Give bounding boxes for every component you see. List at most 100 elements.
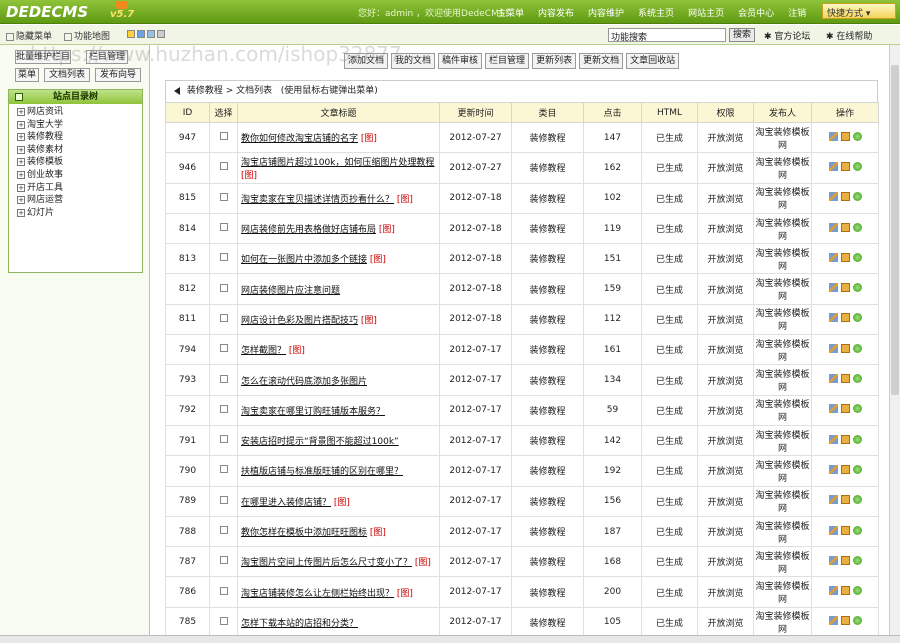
edit-doc-icon[interactable] (840, 495, 850, 505)
doc-title-link[interactable]: 淘宝店铺图片超过100k，如何压缩图片处理教程 (241, 158, 434, 168)
table-row[interactable]: 787 淘宝图片空间上传图片后怎么尺寸变小了？ [图] 2012-07-17 装修教程… (165, 546, 879, 578)
category-cell[interactable]: 装修教程 (511, 243, 584, 275)
category-cell[interactable]: 装修教程 (511, 121, 584, 154)
table-row[interactable]: 812 网店装修图片应注意问题 2012-07-18 装修教程 159 已生成 开放浏览淘… (165, 273, 879, 305)
tree-item[interactable]: + 淘宝大学 (17, 119, 142, 132)
tree-item[interactable]: + 网店运营 (17, 194, 142, 207)
table-row[interactable]: 947 教你如何修改淘宝店铺的名字 [图] 2012-07-27 装修教程 147 已生成… (165, 121, 879, 154)
row-checkbox[interactable] (219, 556, 228, 565)
tree-item[interactable]: + 装修素材 (17, 144, 142, 157)
tree-item[interactable]: + 装修教程 (17, 131, 142, 144)
edit-doc-icon[interactable] (840, 192, 850, 202)
category-cell[interactable]: 装修教程 (511, 606, 584, 639)
category-cell[interactable]: 装修教程 (511, 364, 584, 396)
table-row[interactable]: 785 怎样下载本站的店招和分类？ 2012-07-17 装修教程 105 已生成 开放浏… (165, 606, 879, 639)
category-cell[interactable]: 装修教程 (511, 576, 584, 608)
quick-menu-button[interactable]: 快捷方式 ▾ (822, 3, 896, 19)
edit-doc-icon[interactable] (840, 464, 850, 474)
nav-site-home[interactable]: 网站主页 (681, 6, 731, 19)
preview-icon[interactable] (852, 343, 862, 353)
expand-icon[interactable]: + (17, 208, 25, 217)
table-row[interactable]: 790 扶植版店铺与标准版旺铺的区别在哪里？ 2012-07-17 装修教程 192 已… (165, 455, 879, 487)
vertical-scrollbar[interactable] (889, 45, 900, 635)
preview-icon[interactable] (852, 222, 862, 232)
row-checkbox[interactable] (219, 253, 228, 262)
category-manage-top-button[interactable]: 栏目管理 (485, 53, 530, 69)
row-checkbox[interactable] (219, 283, 228, 292)
doc-title-link[interactable]: 网店装修图片应注意问题 (241, 286, 340, 296)
edit-attr-icon[interactable] (828, 343, 838, 353)
edit-doc-icon[interactable] (840, 313, 850, 323)
update-list-button[interactable]: 更新列表 (532, 53, 577, 69)
edit-doc-icon[interactable] (840, 434, 850, 444)
table-row[interactable]: 786 淘宝店铺装修怎么让左侧栏始终出现？ [图] 2012-07-17 装修教程 20… (165, 576, 879, 608)
doc-title-link[interactable]: 怎样截图？ (241, 346, 286, 356)
expand-icon[interactable]: + (17, 133, 25, 142)
expand-icon[interactable]: + (17, 158, 25, 167)
edit-attr-icon[interactable] (828, 161, 838, 171)
edit-doc-icon[interactable] (840, 343, 850, 353)
edit-doc-icon[interactable] (840, 222, 850, 232)
skin-blue-icon[interactable] (137, 29, 145, 38)
skin-gray-icon[interactable] (157, 29, 165, 38)
preview-icon[interactable] (852, 434, 862, 444)
preview-icon[interactable] (852, 131, 862, 141)
skin-switcher[interactable] (127, 29, 167, 39)
row-checkbox[interactable] (219, 495, 228, 504)
edit-attr-icon[interactable] (828, 525, 838, 535)
preview-icon[interactable] (852, 586, 862, 596)
edit-attr-icon[interactable] (828, 404, 838, 414)
row-checkbox[interactable] (219, 435, 228, 444)
search-button[interactable]: 搜索 (729, 28, 755, 42)
row-checkbox[interactable] (219, 586, 228, 595)
preview-icon[interactable] (852, 313, 862, 323)
table-row[interactable]: 794 怎样截图？ [图] 2012-07-17 装修教程 161 已生成 开放浏览 淘宝装修… (165, 334, 879, 366)
my-docs-button[interactable]: 我的文档 (391, 53, 436, 69)
publish-wizard-button[interactable]: 发布向导 (95, 68, 141, 82)
row-checkbox[interactable] (219, 374, 228, 383)
expand-icon[interactable]: + (17, 120, 25, 129)
category-cell[interactable]: 装修教程 (511, 515, 584, 548)
row-checkbox[interactable] (219, 526, 228, 534)
edit-doc-icon[interactable] (840, 525, 850, 535)
doc-title-link[interactable]: 怎么在滚动代码底添加多张图片 (241, 377, 367, 387)
tree-item[interactable]: + 开店工具 (17, 182, 142, 195)
table-row[interactable]: 788 教你怎样在模板中添加旺旺图标 [图] 2012-07-17 装修教程 187 已生… (165, 515, 879, 548)
preview-icon[interactable] (852, 495, 862, 505)
edit-attr-icon[interactable] (828, 555, 838, 565)
review-button[interactable]: 稿件审核 (438, 53, 483, 69)
edit-doc-icon[interactable] (840, 252, 850, 262)
expand-icon[interactable]: + (17, 145, 25, 154)
expand-icon[interactable]: + (17, 170, 25, 179)
forum-link[interactable]: ✱ 官方论坛 (764, 29, 810, 42)
doc-title-link[interactable]: 安装店招时提示“背景图不能超过100k” (241, 437, 399, 447)
doc-title-link[interactable]: 网店设计色彩及图片搭配技巧 (241, 316, 358, 326)
row-checkbox[interactable] (219, 344, 228, 353)
expand-icon[interactable]: + (17, 183, 25, 192)
preview-icon[interactable] (852, 616, 862, 626)
edit-attr-icon[interactable] (828, 313, 838, 323)
edit-doc-icon[interactable] (840, 131, 850, 141)
doc-title-link[interactable]: 扶植版店铺与标准版旺铺的区别在哪里？ (241, 467, 403, 477)
edit-attr-icon[interactable] (828, 374, 838, 384)
category-manage-button[interactable]: 栏目管理 (86, 50, 128, 64)
function-search-input[interactable]: 功能搜索 (608, 28, 726, 43)
category-cell[interactable]: 装修教程 (511, 152, 584, 184)
skin-yellow-icon[interactable] (127, 29, 135, 38)
row-checkbox[interactable] (219, 132, 228, 141)
edit-doc-icon[interactable] (840, 404, 850, 414)
doc-title-link[interactable]: 在哪里进入装修店铺？ (241, 498, 331, 508)
doc-title-link[interactable]: 教你如何修改淘宝店铺的名字 (241, 134, 358, 144)
edit-attr-icon[interactable] (828, 464, 838, 474)
edit-doc-icon[interactable] (840, 283, 850, 293)
row-checkbox[interactable] (219, 192, 228, 201)
category-cell[interactable]: 装修教程 (511, 212, 584, 245)
edit-attr-icon[interactable] (828, 192, 838, 202)
edit-attr-icon[interactable] (828, 586, 838, 596)
edit-attr-icon[interactable] (828, 616, 838, 626)
row-checkbox[interactable] (219, 223, 228, 232)
nav-system-home[interactable]: 系统主页 (631, 6, 681, 19)
row-checkbox[interactable] (219, 162, 228, 171)
table-row[interactable]: 791 安装店招时提示“背景图不能超过100k” 2012-07-17 装修教程 14… (165, 424, 879, 457)
category-cell[interactable]: 装修教程 (511, 273, 584, 305)
